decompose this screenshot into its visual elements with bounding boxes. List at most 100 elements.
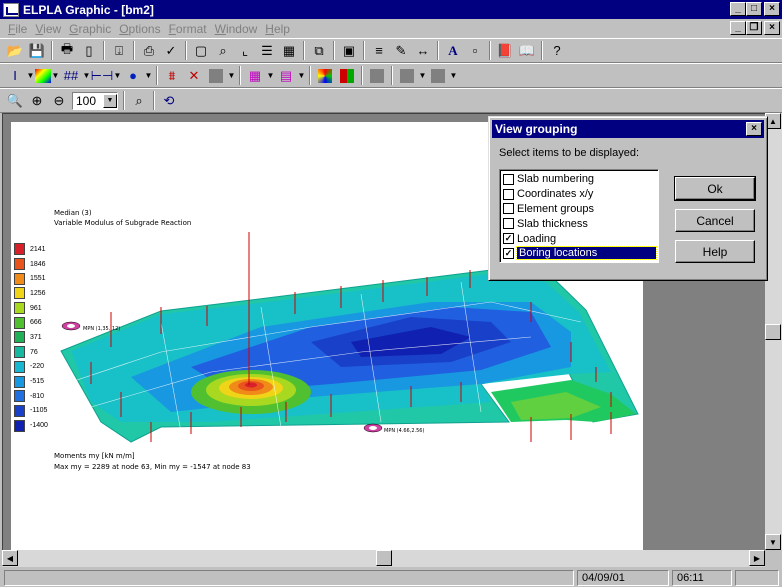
maximize-button[interactable]: □ <box>746 2 762 16</box>
line-style-icon[interactable]: ≡ <box>368 40 390 61</box>
zoom-select[interactable]: 100 ▼ <box>72 91 118 110</box>
status-date: 04/09/01 <box>577 570 669 586</box>
dialog-title-bar: View grouping × <box>492 120 764 138</box>
copy-icon[interactable]: ⧉ <box>308 40 330 61</box>
checklist-item-coordinates[interactable]: Coordinates x/y <box>502 187 656 202</box>
hatch-icon[interactable]: ## <box>60 65 82 86</box>
zoom-page-icon[interactable]: ⌕ <box>212 40 234 61</box>
doc-close-button[interactable]: × <box>764 21 780 35</box>
menu-window[interactable]: Window <box>211 22 262 36</box>
chevron-down-icon[interactable]: ▼ <box>51 71 60 80</box>
checklist-item-slab-thickness[interactable]: Slab thickness <box>502 216 656 231</box>
print-icon[interactable]: 🖶 <box>56 40 78 61</box>
checklist-item-slab-numbering[interactable]: Slab numbering <box>502 172 656 187</box>
open-icon[interactable]: 📂 <box>4 40 26 61</box>
chevron-down-icon[interactable]: ▼ <box>227 71 236 80</box>
chevron-down-icon[interactable]: ▼ <box>144 71 153 80</box>
checklist-item-element-groups[interactable]: Element groups <box>502 202 656 217</box>
horizontal-scroll-thumb[interactable] <box>376 550 392 566</box>
dialog-close-icon[interactable]: × <box>746 122 762 136</box>
redraw-icon[interactable]: ⟲ <box>158 90 180 111</box>
help-button[interactable]: Help <box>675 240 755 263</box>
cross-icon[interactable]: ✕ <box>183 65 205 86</box>
chevron-down-icon[interactable]: ▼ <box>449 71 458 80</box>
help-icon[interactable]: ? <box>546 40 568 61</box>
app-icon[interactable] <box>3 2 19 17</box>
zoom-fit-icon[interactable]: ⌕ <box>128 90 150 111</box>
mesh-icon[interactable]: ▤ <box>275 65 297 86</box>
items-checklist[interactable]: Slab numbering Coordinates x/y Element g… <box>499 169 659 263</box>
color-grid-icon[interactable] <box>336 65 358 86</box>
page-icon[interactable]: ▢ <box>190 40 212 61</box>
color-fill-icon[interactable] <box>35 68 51 83</box>
checkbox[interactable] <box>503 188 514 200</box>
checkbox[interactable]: ✓ <box>503 247 514 259</box>
checkbox[interactable]: ✓ <box>503 233 514 245</box>
zoom-icon[interactable]: 🔍 <box>4 90 26 111</box>
menu-view[interactable]: View <box>31 22 65 36</box>
scroll-right-icon[interactable]: ▶ <box>749 550 765 566</box>
gray-box-icon[interactable] <box>396 65 418 86</box>
table-icon[interactable]: ▦ <box>278 40 300 61</box>
menu-help[interactable]: Help <box>261 22 294 36</box>
grid-icon[interactable]: ▦ <box>244 65 266 86</box>
vertical-scroll-thumb[interactable] <box>765 324 781 340</box>
zoom-value: 100 <box>76 93 97 108</box>
standard-toolbar: 📂 💾 🖶 ▯ ⍗ ⎙ ✓ ▢ ⌕ ⌞ ☰ ▦ ⧉ ▣ ≡ ✎ ↔ A ▫ 📕 … <box>0 38 782 63</box>
gray-box-icon[interactable] <box>427 65 449 86</box>
scroll-down-icon[interactable]: ▼ <box>765 534 781 550</box>
app-window: ELPLA Graphic - [bm2] _ □ × File View Gr… <box>0 0 782 587</box>
menu-graphic[interactable]: Graphic <box>65 22 115 36</box>
printer-setup-icon[interactable]: ▣ <box>338 40 360 61</box>
chevron-down-icon[interactable]: ▼ <box>418 71 427 80</box>
zoom-in-icon[interactable]: ⊕ <box>26 90 48 111</box>
list-icon[interactable]: ☰ <box>256 40 278 61</box>
close-button[interactable]: × <box>764 2 780 16</box>
chevron-down-icon[interactable]: ▼ <box>297 71 306 80</box>
cancel-button[interactable]: Cancel <box>675 209 755 232</box>
plot-footer-values: Max my = 2289 at node 63, Min my = -1547… <box>54 463 251 471</box>
status-bar: 04/09/01 06:11 <box>0 569 782 587</box>
new-page-icon[interactable]: ▫ <box>464 40 486 61</box>
checkbox[interactable] <box>503 218 514 230</box>
checkbox[interactable] <box>503 203 514 215</box>
chevron-down-icon[interactable]: ▼ <box>82 71 91 80</box>
minimize-button[interactable]: _ <box>730 2 746 16</box>
book-icon[interactable]: 📕 <box>494 40 516 61</box>
scroll-left-icon[interactable]: ◀ <box>2 550 18 566</box>
cursor-icon[interactable]: I <box>4 65 26 86</box>
zoom-out-icon[interactable]: ⊖ <box>48 90 70 111</box>
page-setup-icon[interactable]: ⎙ <box>138 40 160 61</box>
print-preview-icon[interactable]: ▯ <box>78 40 100 61</box>
checkbox[interactable] <box>503 173 514 185</box>
checklist-item-boring-locations[interactable]: ✓ Boring locations <box>502 246 657 261</box>
ok-button[interactable]: Ok <box>674 176 756 201</box>
chevron-down-icon[interactable]: ▼ <box>266 71 275 80</box>
plot-footer-title: Moments my [kN m/m] <box>54 452 135 460</box>
spell-icon[interactable]: ✓ <box>160 40 182 61</box>
gray-box-icon[interactable] <box>205 65 227 86</box>
menu-format[interactable]: Format <box>165 22 211 36</box>
gray-box-icon[interactable] <box>366 65 388 86</box>
exit-icon[interactable]: ⍗ <box>108 40 130 61</box>
library-icon[interactable]: 📖 <box>516 40 538 61</box>
pen-icon[interactable]: ✎ <box>390 40 412 61</box>
menu-options[interactable]: Options <box>115 22 164 36</box>
chevron-down-icon[interactable]: ▼ <box>26 71 35 80</box>
menu-file[interactable]: File <box>4 22 31 36</box>
axis-icon[interactable]: ⌞ <box>234 40 256 61</box>
dimension-icon[interactable]: ↔ <box>412 40 434 61</box>
chevron-down-icon[interactable]: ▼ <box>113 71 122 80</box>
status-extra <box>735 570 779 586</box>
contour-icon[interactable] <box>314 65 336 86</box>
point-icon[interactable]: ● <box>122 65 144 86</box>
foundation-icon[interactable]: ⩩ <box>161 65 183 86</box>
doc-minimize-button[interactable]: _ <box>730 21 746 35</box>
doc-restore-button[interactable]: ❐ <box>746 21 762 35</box>
text-icon[interactable]: A <box>442 40 464 61</box>
checklist-item-loading[interactable]: ✓ Loading <box>502 231 656 246</box>
chevron-down-icon[interactable]: ▼ <box>103 93 117 108</box>
save-icon[interactable]: 💾 <box>26 40 48 61</box>
horizontal-scrollbar[interactable]: ◀ ▶ <box>2 550 765 567</box>
span-icon[interactable]: ⊢⊣ <box>91 65 114 86</box>
